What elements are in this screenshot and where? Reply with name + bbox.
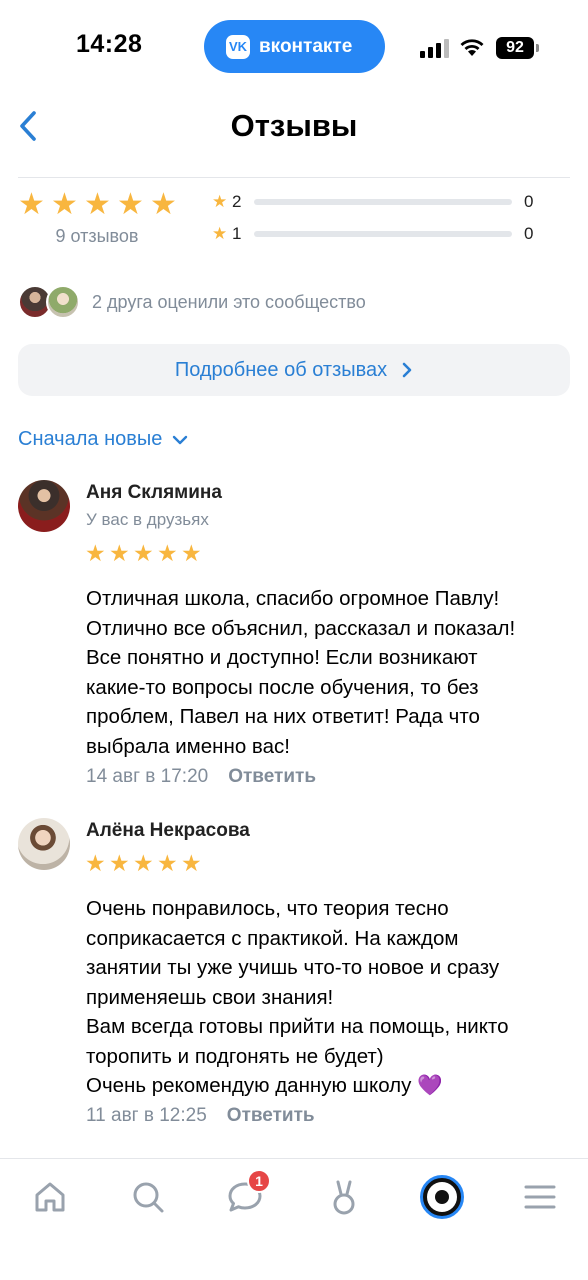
clips-icon (333, 1180, 355, 1215)
star-icon: ★ (150, 188, 177, 221)
rating-count: 0 (524, 192, 534, 211)
vk-pill-label: вконтакте (259, 35, 353, 57)
avatar[interactable] (18, 480, 70, 532)
tab-clips[interactable] (320, 1173, 368, 1221)
star-icon: ★ (85, 850, 106, 876)
tab-messages[interactable]: 1 (221, 1169, 271, 1221)
review-date: 14 авг в 17:20 (86, 766, 209, 787)
battery-icon: 92 (496, 37, 539, 59)
review-text: Отличная школа, спасибо огромное Павлу! … (86, 587, 516, 758)
star-icon: ★ (212, 224, 228, 243)
review-item: Аня Склямина У вас в друзьях ★ ★ ★ ★ ★ О… (18, 480, 578, 800)
reply-button[interactable]: Ответить (227, 1105, 315, 1127)
review-item: Алёна Некрасова ★ ★ ★ ★ ★ Очень понравил… (18, 818, 578, 1138)
home-icon (35, 1182, 65, 1212)
friends-rated-text: 2 друга оценили это сообщество (92, 291, 366, 312)
vk-logo-icon: VK (226, 34, 250, 59)
review-meta: 14 авг в 17:20 Ответить (86, 766, 316, 788)
friend-avatar (46, 285, 80, 319)
star-icon: ★ (212, 192, 228, 211)
avatar[interactable] (18, 818, 70, 870)
average-rating-stars: ★ ★ ★ ★ ★ (18, 190, 179, 220)
tab-profile[interactable] (418, 1173, 466, 1221)
reply-button[interactable]: Ответить (228, 766, 316, 788)
star-icon: ★ (181, 540, 202, 566)
nav-header: Отзывы (0, 96, 588, 176)
cellular-signal-icon (420, 38, 449, 58)
review-details-button[interactable]: Подробнее об отзывах (18, 344, 570, 396)
profile-icon (420, 1175, 464, 1219)
bottom-tab-bar: 1 (0, 1158, 588, 1280)
review-text: Очень понравилось, что теория тесно сопр… (86, 897, 509, 1097)
star-icon: ★ (109, 540, 130, 566)
review-rating-stars: ★ ★ ★ ★ ★ (85, 542, 203, 565)
unread-badge: 1 (247, 1169, 271, 1193)
rating-bar-track (254, 199, 512, 205)
review-author[interactable]: Алёна Некрасова (86, 820, 250, 842)
review-details-label: Подробнее об отзывах (174, 358, 388, 381)
star-icon: ★ (157, 540, 178, 566)
star-icon: ★ (51, 188, 78, 221)
review-rating-stars: ★ ★ ★ ★ ★ (85, 852, 203, 875)
menu-icon (524, 1185, 556, 1209)
star-icon: ★ (157, 850, 178, 876)
rating-bar-row: ★ 2 0 (212, 190, 542, 214)
star-icon: ★ (133, 540, 154, 566)
status-bar: 14:28 VK вконтакте 92 (0, 0, 588, 96)
header-divider (18, 177, 570, 178)
star-icon: ★ (85, 540, 106, 566)
rating-level: 2 (232, 192, 242, 211)
star-icon: ★ (117, 188, 144, 221)
page-title: Отзывы (230, 108, 358, 143)
tab-menu[interactable] (516, 1173, 564, 1221)
star-icon: ★ (18, 188, 45, 221)
review-author[interactable]: Аня Склямина (86, 482, 222, 504)
status-time: 14:28 (76, 30, 143, 58)
star-icon: ★ (181, 850, 202, 876)
tab-search[interactable] (124, 1173, 172, 1221)
star-icon: ★ (109, 850, 130, 876)
star-icon: ★ (84, 188, 111, 221)
review-author-subtitle: У вас в друзьях (86, 510, 209, 529)
search-icon (133, 1182, 164, 1213)
sort-dropdown[interactable]: Сначала новые (18, 428, 188, 451)
rating-bar-track (254, 231, 512, 237)
friends-rated[interactable]: 2 друга оценили это сообщество (18, 285, 366, 319)
sort-label: Сначала новые (18, 428, 163, 450)
rating-level: 1 (232, 224, 242, 243)
vk-app-pill[interactable]: VK вконтакте (204, 20, 385, 73)
reviews-count: 9 отзывов (55, 226, 139, 246)
review-date: 11 авг в 12:25 (86, 1105, 207, 1126)
star-icon: ★ (133, 850, 154, 876)
profile-avatar (427, 1182, 457, 1212)
rating-bar-row: ★ 1 0 (212, 222, 542, 246)
chevron-right-icon (402, 362, 412, 378)
rating-count: 0 (524, 224, 534, 243)
review-meta: 11 авг в 12:25 Ответить (86, 1105, 315, 1127)
tab-home[interactable] (26, 1173, 74, 1221)
chevron-down-icon (173, 435, 188, 444)
wifi-icon (460, 39, 484, 56)
